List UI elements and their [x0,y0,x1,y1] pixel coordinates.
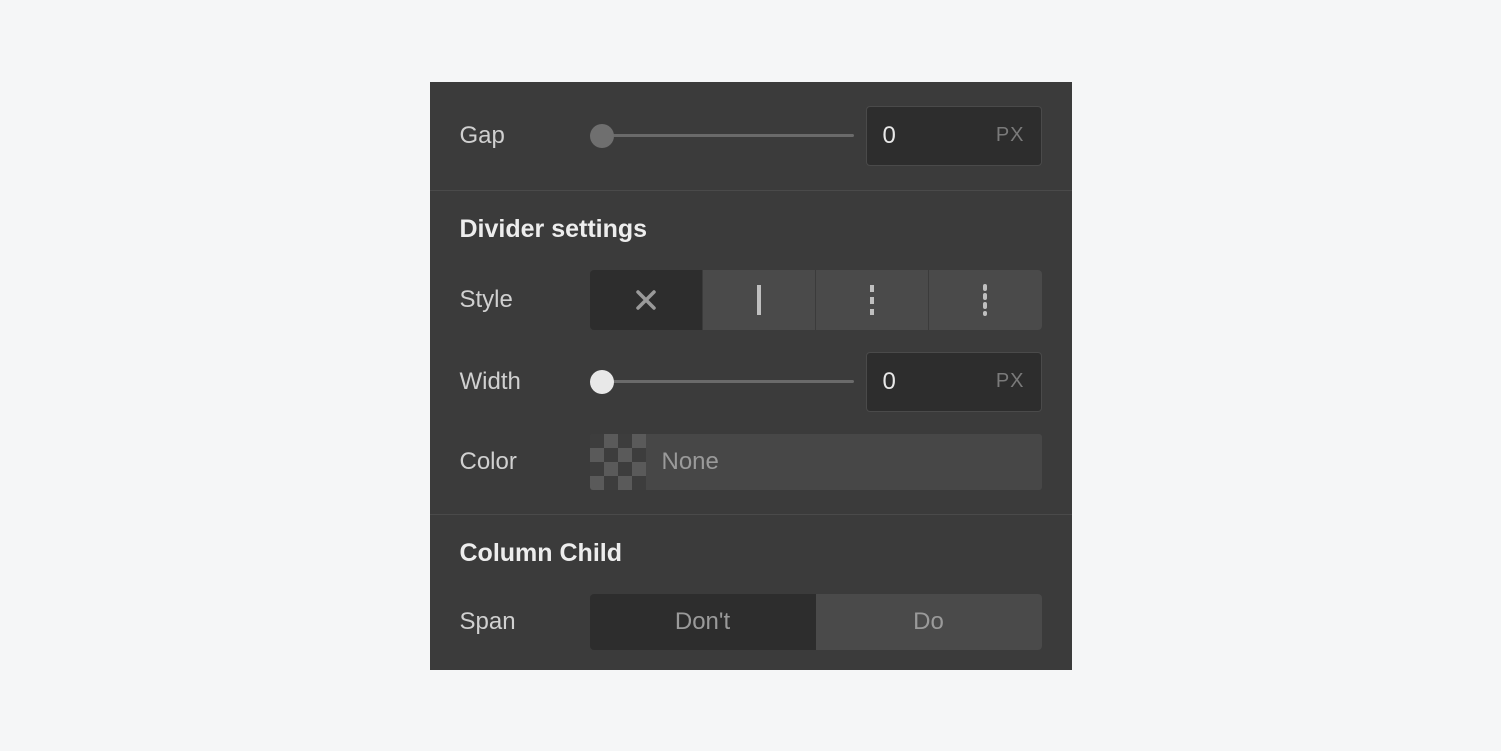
color-controls: None [590,434,1042,490]
gap-row: Gap 0 PX [460,106,1042,166]
style-option-dotted[interactable] [929,270,1041,330]
gap-value: 0 [883,122,896,150]
style-label: Style [460,286,590,314]
width-label: Width [460,368,590,396]
width-input[interactable]: 0 PX [866,352,1042,412]
style-controls [590,270,1042,330]
slider-thumb[interactable] [590,124,614,148]
slider-thumb[interactable] [590,370,614,394]
slider-track [590,134,854,137]
solid-line-icon [755,283,763,317]
color-picker[interactable]: None [590,434,1042,490]
width-value: 0 [883,368,896,396]
width-unit: PX [996,370,1025,393]
column-child-title: Column Child [460,539,1042,568]
gap-section: Gap 0 PX [430,82,1072,190]
color-value: None [646,448,719,476]
divider-title: Divider settings [460,215,1042,244]
dotted-line-icon [981,283,989,317]
gap-controls: 0 PX [590,106,1042,166]
slider-track [590,380,854,383]
width-controls: 0 PX [590,352,1042,412]
gap-slider[interactable] [590,124,854,148]
span-label: Span [460,608,590,636]
gap-label: Gap [460,122,590,150]
span-option-do[interactable]: Do [816,594,1042,650]
column-child-section: Column Child Span Don't Do [430,514,1072,670]
style-option-none[interactable] [590,270,703,330]
style-segmented [590,270,1042,330]
color-swatch[interactable] [590,434,646,490]
span-controls: Don't Do [590,594,1042,650]
dashed-line-icon [868,283,876,317]
span-toggle: Don't Do [590,594,1042,650]
divider-section: Divider settings Style [430,190,1072,514]
span-option-dont[interactable]: Don't [590,594,816,650]
span-row: Span Don't Do [460,594,1042,650]
color-label: Color [460,448,590,476]
gap-input[interactable]: 0 PX [866,106,1042,166]
style-option-dashed[interactable] [816,270,929,330]
gap-unit: PX [996,124,1025,147]
x-icon [635,289,657,311]
color-row: Color None [460,434,1042,490]
settings-panel: Gap 0 PX Divider settings Style [430,82,1072,670]
width-row: Width 0 PX [460,352,1042,412]
width-slider[interactable] [590,370,854,394]
style-option-solid[interactable] [703,270,816,330]
style-row: Style [460,270,1042,330]
